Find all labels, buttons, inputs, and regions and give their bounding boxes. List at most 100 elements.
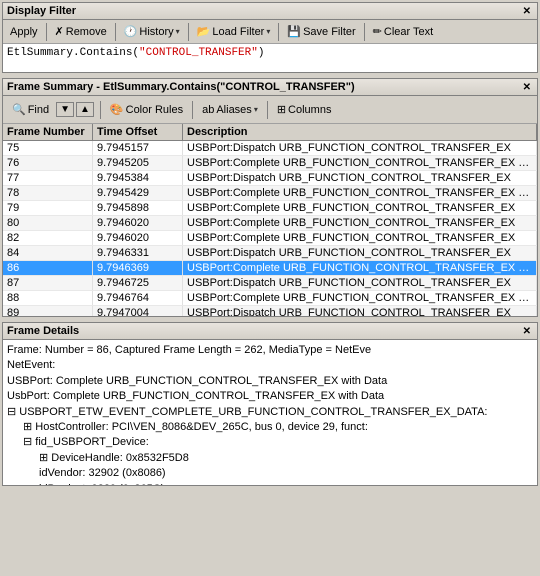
history-button[interactable]: 🕐 History ▾ <box>119 22 185 41</box>
load-filter-icon: 📂 <box>197 25 211 38</box>
table-body[interactable]: 759.7945157USBPort:Dispatch URB_FUNCTION… <box>3 141 537 316</box>
detail-line[interactable]: ⊞ DeviceHandle: 0x8532F5D8 <box>7 451 533 466</box>
table-row[interactable]: 759.7945157USBPort:Dispatch URB_FUNCTION… <box>3 141 537 156</box>
history-icon: 🕐 <box>124 25 138 38</box>
cell-time-offset: 9.7946020 <box>93 216 183 230</box>
load-filter-button[interactable]: 📂 Load Filter ▾ <box>192 22 276 41</box>
columns-icon: ⊞ <box>277 103 286 116</box>
cell-frame-number: 82 <box>3 231 93 245</box>
table-row[interactable]: 879.7946725USBPort:Dispatch URB_FUNCTION… <box>3 276 537 291</box>
detail-line: idProduct: 9820 (0x265C) <box>7 482 533 485</box>
cell-time-offset: 9.7945384 <box>93 171 183 185</box>
cell-description: USBPort:Complete URB_FUNCTION_CONTROL_TR… <box>183 201 537 215</box>
detail-line[interactable]: ⊟ USBPORT_ETW_EVENT_COMPLETE_URB_FUNCTIO… <box>7 405 533 420</box>
detail-line: idVendor: 32902 (0x8086) <box>7 466 533 481</box>
cell-time-offset: 9.7947004 <box>93 306 183 316</box>
detail-line: Frame: Number = 86, Captured Frame Lengt… <box>7 343 533 358</box>
toolbar-sep-3 <box>188 23 189 41</box>
remove-button[interactable]: ✗ Remove <box>50 22 112 41</box>
history-dropdown-arrow: ▾ <box>176 27 180 36</box>
cell-description: USBPort:Complete URB_FUNCTION_CONTROL_TR… <box>183 291 537 305</box>
table-row[interactable]: 829.7946020USBPort:Complete URB_FUNCTION… <box>3 231 537 246</box>
frame-details-label: Frame Details <box>7 325 79 337</box>
table-row[interactable]: 789.7945429USBPort:Complete URB_FUNCTION… <box>3 186 537 201</box>
cell-description: USBPort:Complete URB_FUNCTION_CONTROL_TR… <box>183 231 537 245</box>
detail-line: NetEvent: <box>7 358 533 373</box>
table-row[interactable]: 849.7946331USBPort:Dispatch URB_FUNCTION… <box>3 246 537 261</box>
display-filter-panel: Display Filter ✕ Apply ✗ Remove 🕐 Histor… <box>2 2 538 73</box>
find-up-button[interactable]: ▲ <box>76 102 94 117</box>
table-row[interactable]: 799.7945898USBPort:Complete URB_FUNCTION… <box>3 201 537 216</box>
cell-description: USBPort:Dispatch URB_FUNCTION_CONTROL_TR… <box>183 306 537 316</box>
detail-line[interactable]: ⊟ fid_USBPORT_Device: <box>7 435 533 450</box>
toolbar-sep-1 <box>46 23 47 41</box>
display-filter-label: Display Filter <box>7 5 76 17</box>
cell-time-offset: 9.7946369 <box>93 261 183 275</box>
cell-description: USBPort:Complete URB_FUNCTION_CONTROL_TR… <box>183 186 537 200</box>
table-row[interactable]: 899.7947004USBPort:Dispatch URB_FUNCTION… <box>3 306 537 316</box>
frame-summary-close-btn[interactable]: ✕ <box>521 82 533 93</box>
toolbar-sep-5 <box>364 23 365 41</box>
cell-frame-number: 75 <box>3 141 93 155</box>
detail-line: USBPort: Complete URB_FUNCTION_CONTROL_T… <box>7 374 533 389</box>
clear-text-button[interactable]: ✏ Clear Text <box>368 22 439 41</box>
col-header-description: Description <box>183 124 537 140</box>
summary-toolbar-sep-1 <box>100 101 101 119</box>
detail-line: UsbPort: Complete URB_FUNCTION_CONTROL_T… <box>7 389 533 404</box>
find-button[interactable]: 🔍 Find <box>7 100 54 119</box>
cell-description: USBPort:Dispatch URB_FUNCTION_CONTROL_TR… <box>183 276 537 290</box>
frame-details-title-bar: Frame Details ✕ <box>3 323 537 340</box>
toolbar-sep-4 <box>278 23 279 41</box>
detail-line[interactable]: ⊞ HostController: PCI\VEN_8086&DEV_265C,… <box>7 420 533 435</box>
aliases-button[interactable]: ab Aliases ▾ <box>197 101 263 119</box>
filter-text-highlight: "CONTROL_TRANSFER" <box>139 47 258 59</box>
table-row[interactable]: 809.7946020USBPort:Complete URB_FUNCTION… <box>3 216 537 231</box>
table-row[interactable]: 869.7946369USBPort:Complete URB_FUNCTION… <box>3 261 537 276</box>
toolbar-sep-2 <box>115 23 116 41</box>
remove-label: Remove <box>66 26 107 38</box>
frame-details-content: Frame: Number = 86, Captured Frame Lengt… <box>3 340 537 485</box>
table-header: Frame Number Time Offset Description <box>3 124 537 141</box>
main-window: Display Filter ✕ Apply ✗ Remove 🕐 Histor… <box>0 0 540 576</box>
col-header-time-offset: Time Offset <box>93 124 183 140</box>
cell-description: USBPort:Complete URB_FUNCTION_CONTROL_TR… <box>183 156 537 170</box>
find-icon: 🔍 <box>12 103 26 116</box>
display-filter-close-btn[interactable]: ✕ <box>521 6 533 17</box>
cell-frame-number: 89 <box>3 306 93 316</box>
clear-text-icon: ✏ <box>373 25 382 38</box>
save-filter-button[interactable]: 💾 Save Filter <box>282 22 360 41</box>
table-row[interactable]: 889.7946764USBPort:Complete URB_FUNCTION… <box>3 291 537 306</box>
cell-time-offset: 9.7945898 <box>93 201 183 215</box>
color-rules-button[interactable]: 🎨 Color Rules <box>105 100 188 119</box>
cell-time-offset: 9.7946020 <box>93 231 183 245</box>
frame-details-panel: Frame Details ✕ Frame: Number = 86, Capt… <box>2 322 538 486</box>
cell-time-offset: 9.7946764 <box>93 291 183 305</box>
frame-details-close-btn[interactable]: ✕ <box>521 326 533 337</box>
aliases-icon: ab <box>202 104 214 116</box>
table-row[interactable]: 769.7945205USBPort:Complete URB_FUNCTION… <box>3 156 537 171</box>
summary-toolbar-sep-2 <box>192 101 193 119</box>
save-filter-icon: 💾 <box>287 25 301 38</box>
filter-text-suffix: ) <box>258 47 265 59</box>
filter-input-area[interactable]: EtlSummary.Contains("CONTROL_TRANSFER") <box>3 44 537 72</box>
frame-summary-label: Frame Summary - EtlSummary.Contains("CON… <box>7 81 355 93</box>
cell-frame-number: 86 <box>3 261 93 275</box>
cell-description: USBPort:Dispatch URB_FUNCTION_CONTROL_TR… <box>183 141 537 155</box>
load-filter-label: Load Filter <box>212 26 264 38</box>
cell-frame-number: 79 <box>3 201 93 215</box>
frame-summary-title-bar: Frame Summary - EtlSummary.Contains("CON… <box>3 79 537 96</box>
apply-button[interactable]: Apply <box>5 23 43 41</box>
remove-icon: ✗ <box>55 25 64 38</box>
table-row[interactable]: 779.7945384USBPort:Dispatch URB_FUNCTION… <box>3 171 537 186</box>
cell-frame-number: 80 <box>3 216 93 230</box>
columns-button[interactable]: ⊞ Columns <box>272 100 337 119</box>
find-label: Find <box>28 104 49 116</box>
cell-time-offset: 9.7946331 <box>93 246 183 260</box>
display-filter-toolbar: Apply ✗ Remove 🕐 History ▾ 📂 Load Filter… <box>3 20 537 44</box>
find-down-button[interactable]: ▼ <box>56 102 74 117</box>
cell-description: USBPort:Dispatch URB_FUNCTION_CONTROL_TR… <box>183 171 537 185</box>
aliases-label: Aliases <box>216 104 251 116</box>
cell-time-offset: 9.7945157 <box>93 141 183 155</box>
color-rules-label: Color Rules <box>126 104 183 116</box>
save-filter-label: Save Filter <box>303 26 356 38</box>
